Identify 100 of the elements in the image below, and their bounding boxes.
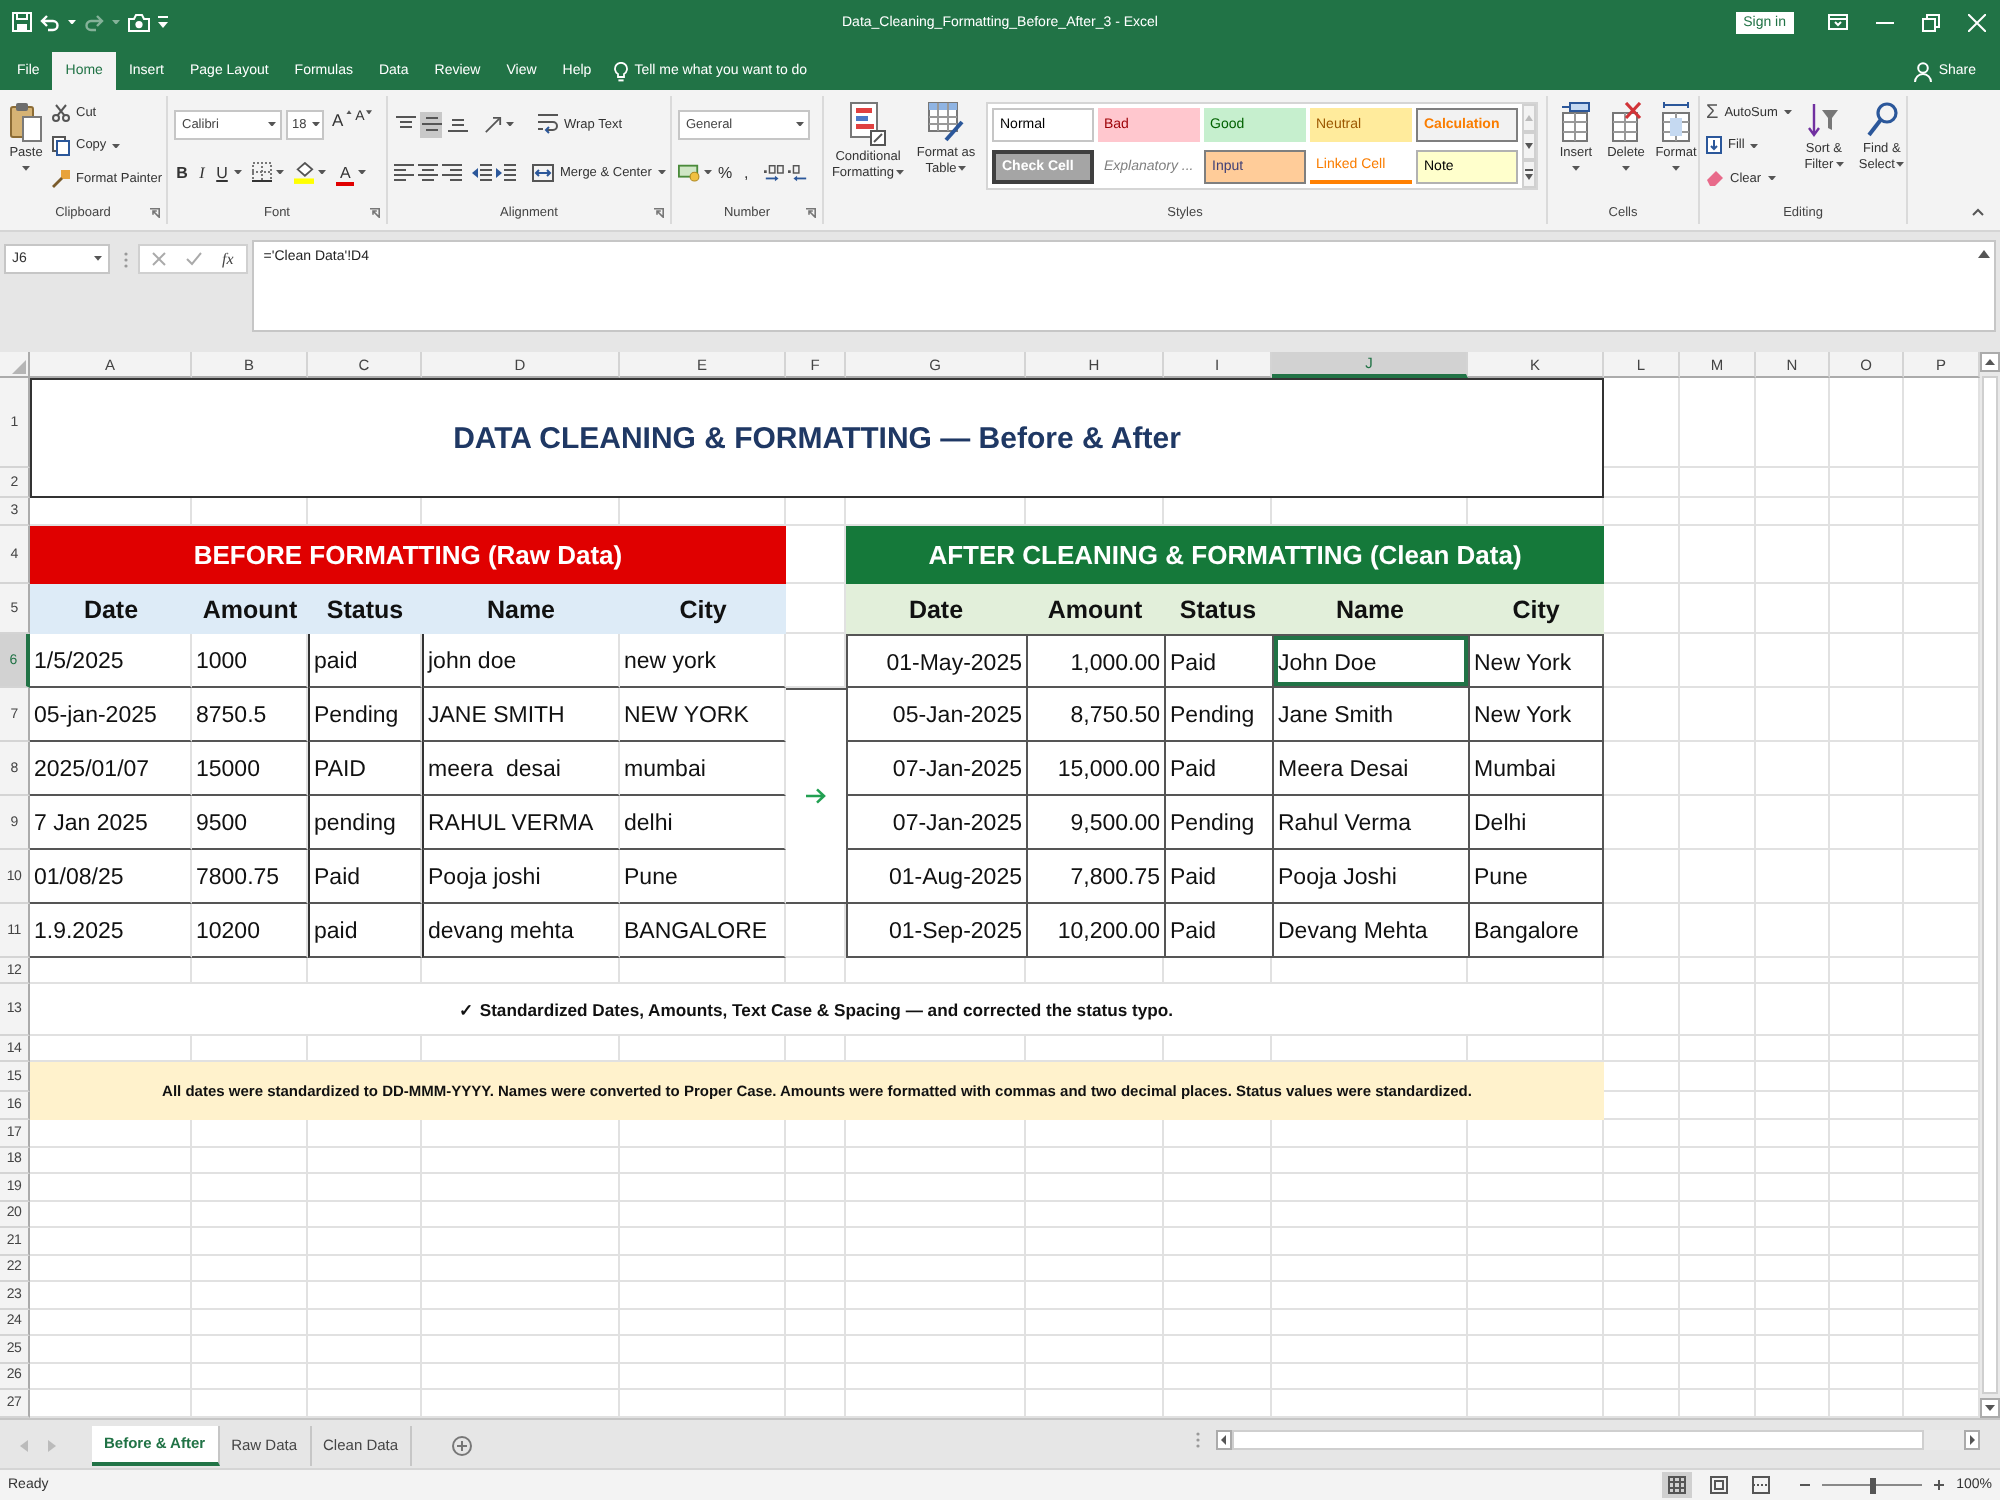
restore-icon[interactable] (1922, 13, 1940, 31)
paint-bucket-icon[interactable] (294, 161, 314, 183)
banknote-icon[interactable] (678, 163, 700, 181)
dialog-launcher-icon[interactable] (370, 208, 380, 218)
caret-down-icon[interactable] (506, 121, 514, 127)
undo-icon[interactable] (40, 13, 60, 31)
column-heading: City (620, 584, 786, 634)
align-right-icon[interactable] (442, 163, 462, 181)
caret-down-icon (657, 169, 666, 175)
align-center-icon[interactable] (418, 163, 438, 181)
align-left-icon[interactable] (394, 163, 414, 181)
page-icon (1710, 1476, 1729, 1494)
table-cell: RAHUL VERMA (422, 796, 620, 850)
table-cell: Meera Desai (1272, 742, 1468, 796)
caret-down-icon[interactable] (234, 169, 242, 175)
column-heading: Date (846, 584, 1026, 634)
caret-down-icon (366, 110, 373, 115)
column-heading: Status (308, 584, 422, 634)
caret-down-icon (1750, 143, 1759, 148)
table-cell: New York (1468, 634, 1604, 688)
decrease-decimal-icon[interactable] (788, 163, 809, 181)
table-cell: Devang Mehta (1272, 904, 1468, 958)
caret-down-icon[interactable] (704, 169, 712, 175)
italic-button[interactable]: I (194, 158, 210, 186)
caret-down-icon (1767, 176, 1776, 181)
vertical-scrollbar[interactable] (1980, 352, 2000, 1417)
caret-down-icon (1572, 166, 1580, 172)
ribbon-display-options-icon[interactable] (1828, 14, 1848, 30)
caret-down-icon (22, 166, 30, 172)
drag-handle-icon[interactable] (1196, 1431, 1200, 1447)
caret-down-icon[interactable] (1522, 132, 1536, 160)
column-heading: Amount (192, 584, 308, 634)
increase-indent-icon[interactable] (496, 163, 516, 181)
dialog-launcher-icon[interactable] (806, 208, 816, 218)
close-icon[interactable] (1968, 13, 1986, 31)
table-cell: pending (308, 796, 422, 850)
scroll-thumb[interactable] (1982, 376, 1998, 1393)
table-brush-icon (928, 102, 964, 142)
camera-icon[interactable] (128, 13, 150, 31)
diagonal-arrow-icon[interactable] (484, 115, 502, 133)
add-sheet-icon[interactable] (452, 1435, 473, 1455)
increase-font-size-button[interactable]: A (332, 110, 352, 138)
caret-up-icon (345, 110, 352, 115)
caret-down-icon[interactable] (358, 169, 367, 175)
drag-handle-icon[interactable] (124, 252, 128, 268)
caret-down-icon (112, 143, 121, 148)
table-cell: Paid (1164, 742, 1272, 796)
increase-decimal-icon[interactable] (764, 163, 785, 181)
zoom-in-icon[interactable] (1934, 1480, 1945, 1490)
table-cell: 7,800.75 (1026, 850, 1164, 904)
table-cell: devang mehta (422, 904, 620, 958)
caret-down-icon (796, 121, 804, 127)
table-cell: john doe (422, 634, 620, 688)
dialog-launcher-icon[interactable] (150, 208, 160, 218)
table-cell: 10,200.00 (1026, 904, 1164, 958)
customize-toolbar-icon[interactable] (158, 16, 168, 28)
format-cells-icon (1662, 102, 1690, 142)
table-cell: Paid (1164, 634, 1272, 688)
decrease-indent-icon[interactable] (472, 163, 492, 181)
save-icon[interactable] (12, 12, 32, 32)
scroll-up-icon[interactable] (1980, 352, 2000, 372)
dialog-launcher-icon[interactable] (654, 208, 664, 218)
middle-align-button[interactable] (420, 111, 442, 137)
table-cell: Pending (1164, 796, 1272, 850)
table-cell: 15,000.00 (1026, 742, 1164, 796)
font-color-button[interactable]: A (336, 158, 355, 186)
more-styles-icon[interactable] (1522, 160, 1536, 188)
caret-down-icon[interactable] (276, 169, 284, 175)
borders-icon[interactable] (252, 162, 272, 182)
comma-style-button[interactable]: , (738, 158, 755, 186)
delete-cells-icon (1611, 102, 1641, 142)
table-cell: JANE SMITH (422, 688, 620, 742)
bottom-align-icon (447, 116, 467, 132)
zoom-slider-thumb[interactable] (1869, 1477, 1876, 1493)
insert-function-button[interactable]: fx (222, 250, 234, 268)
caret-up-icon[interactable] (1978, 250, 1990, 258)
collapse-ribbon-icon[interactable] (1972, 208, 1984, 216)
sheet-title: DATA CLEANING & FORMATTING — Before & After (30, 378, 1604, 498)
table-cell: 1,000.00 (1026, 634, 1164, 688)
underline-button[interactable]: U (214, 158, 230, 186)
eraser-icon (1706, 170, 1724, 187)
scroll-left-icon[interactable] (1216, 1429, 1232, 1449)
copy-icon (52, 135, 70, 156)
caret-down-icon[interactable] (318, 169, 326, 175)
table-cell: Pooja Joshi (1272, 850, 1468, 904)
minimize-icon[interactable] (1876, 21, 1894, 23)
scroll-down-icon[interactable] (1980, 1397, 2000, 1417)
caret-down-icon[interactable] (68, 19, 76, 25)
bold-button[interactable]: B (174, 158, 190, 186)
caret-down-icon (1783, 110, 1792, 115)
caret-down-icon (312, 121, 320, 127)
table-cell: meera desai (422, 742, 620, 796)
table-cell: New York (1468, 688, 1604, 742)
scroll-right-icon[interactable] (1964, 1429, 1980, 1449)
normal-view-button[interactable] (1662, 1472, 1693, 1498)
column-heading: Amount (1026, 584, 1164, 634)
middle-align-icon (421, 116, 441, 132)
merge-cells-icon (532, 163, 554, 181)
percent-style-button[interactable]: % (716, 158, 735, 186)
column-heading: Name (1272, 584, 1468, 634)
